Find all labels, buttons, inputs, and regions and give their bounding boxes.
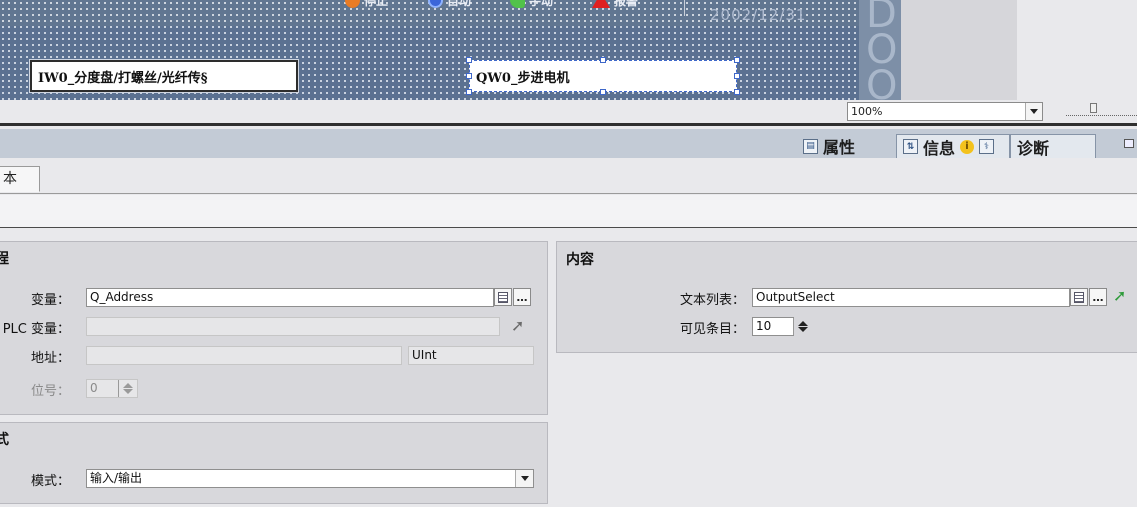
content-group-title: 内容 [566, 252, 594, 268]
divider [684, 0, 685, 16]
process-group-title: 程 [0, 251, 9, 267]
selection-handle[interactable] [466, 57, 472, 63]
tab-info-label: 信息 [923, 138, 956, 158]
zoom-slider-thumb[interactable] [1090, 103, 1097, 113]
list-icon[interactable] [494, 288, 512, 306]
address-input [86, 346, 402, 365]
chevron-down-icon[interactable] [710, 69, 736, 81]
manual-button[interactable]: 手动 [510, 0, 553, 9]
side-graphic-text: DOO [866, 0, 898, 100]
info-icon: i [960, 139, 975, 154]
content-group: 内容 文本列表： OutputSelect … ➚ 可见条目： 10 [556, 241, 1137, 353]
subtab-text[interactable]: 本 [0, 166, 40, 192]
tab-properties[interactable]: ▤ 属性 [803, 134, 867, 158]
goto-arrow-icon: ➚ [511, 316, 525, 335]
plc-variable-label: PLC 变量： [2, 322, 70, 337]
canvas-border-area [901, 0, 1017, 100]
inspector-band [0, 195, 1137, 228]
inspector-header: ▤ 属性 ⇅ 信息 i ⚕ 诊断 [0, 129, 1137, 158]
auto-icon [428, 0, 443, 8]
selection-handle[interactable] [734, 73, 740, 79]
address-type-field: UInt [408, 346, 534, 365]
textlist-input[interactable]: OutputSelect [752, 288, 1070, 307]
selection-handle[interactable] [466, 73, 472, 79]
symbolic-io-field-output[interactable]: QW0_步进电机 [469, 60, 737, 92]
tab-diagnostics[interactable]: 诊断 [1010, 134, 1096, 158]
zoom-slider[interactable] [1066, 110, 1137, 116]
stop-label: 停止 [364, 0, 389, 8]
visible-items-label: 可见条目： [679, 322, 745, 337]
dropdown-right-text: QW0_步进电机 [476, 70, 570, 86]
symbolic-io-field-input[interactable]: IW0_分度盘/打螺丝/光纤传§ [30, 60, 298, 92]
manual-icon [510, 0, 525, 8]
bit-label: 位号： [30, 384, 70, 399]
selection-handle[interactable] [600, 89, 606, 95]
properties-icon: ▤ [803, 138, 818, 154]
date-display: 2002/12/31 [710, 6, 807, 24]
tab-diagnostics-label: 诊断 [1017, 138, 1050, 158]
list-icon[interactable] [1070, 288, 1088, 306]
alarm-label: 报警 [614, 0, 639, 8]
variable-input[interactable]: Q_Address [86, 288, 494, 307]
hmi-screen-canvas[interactable]: 停止 自动 手动 报警 2002/12/31 DOO IW0_分度盘/打螺丝/光… [0, 0, 1017, 100]
browse-button[interactable]: … [1089, 288, 1107, 306]
chevron-down-icon[interactable] [270, 69, 296, 81]
mode-select[interactable]: 输入/输出 [86, 469, 534, 488]
zoom-value: 100% [851, 105, 883, 118]
canvas-header-strip: 停止 自动 手动 报警 2002/12/31 [0, 0, 860, 26]
bit-spinner [118, 380, 136, 397]
inspector-subtabs: 本 [0, 158, 1137, 194]
selection-handle[interactable] [600, 57, 606, 63]
zoom-toolbar: 100% [0, 100, 1137, 126]
stop-icon [345, 0, 360, 8]
restore-window-icon[interactable] [1124, 139, 1134, 148]
mode-group-title: 式 [0, 432, 9, 448]
tab-properties-label: 属性 [823, 138, 856, 157]
stop-button[interactable]: 停止 [345, 0, 388, 9]
dropdown-left-text: IW0_分度盘/打螺丝/光纤传§ [38, 70, 208, 86]
info-panel-icon: ⇅ [903, 139, 918, 154]
visible-items-value: 10 [756, 319, 772, 333]
bit-value: 0 [90, 381, 98, 395]
visible-items-input[interactable]: 10 [752, 317, 794, 336]
mode-group: 式 模式： 输入/输出 [0, 422, 548, 504]
diagnostics-icon: ⚕ [979, 139, 995, 154]
goto-arrow-icon[interactable]: ➚ [1113, 286, 1126, 305]
alarm-button[interactable]: 报警 [592, 0, 638, 9]
textlist-label: 文本列表： [679, 293, 745, 308]
chevron-down-icon[interactable] [1025, 103, 1042, 120]
chevron-down-icon[interactable] [515, 470, 533, 487]
tab-info[interactable]: ⇅ 信息 i ⚕ [896, 134, 1010, 158]
selection-handle[interactable] [734, 89, 740, 95]
mode-value: 输入/输出 [90, 471, 143, 485]
warning-icon [592, 0, 610, 8]
zoom-select[interactable]: 100% [847, 102, 1043, 121]
selection-handle[interactable] [734, 57, 740, 63]
manual-label: 手动 [529, 0, 554, 8]
auto-label: 自动 [447, 0, 472, 8]
browse-button[interactable]: … [513, 288, 531, 306]
variable-label: 变量： [30, 293, 70, 308]
mode-label: 模式： [30, 474, 70, 489]
address-label: 地址： [30, 351, 70, 366]
selection-handle[interactable] [466, 89, 472, 95]
process-group: 程 变量： Q_Address … PLC 变量： ➚ 地址： UInt 位号：… [0, 241, 548, 415]
visible-items-spinner[interactable] [793, 318, 811, 335]
plc-variable-input [86, 317, 500, 336]
auto-button[interactable]: 自动 [428, 0, 471, 9]
